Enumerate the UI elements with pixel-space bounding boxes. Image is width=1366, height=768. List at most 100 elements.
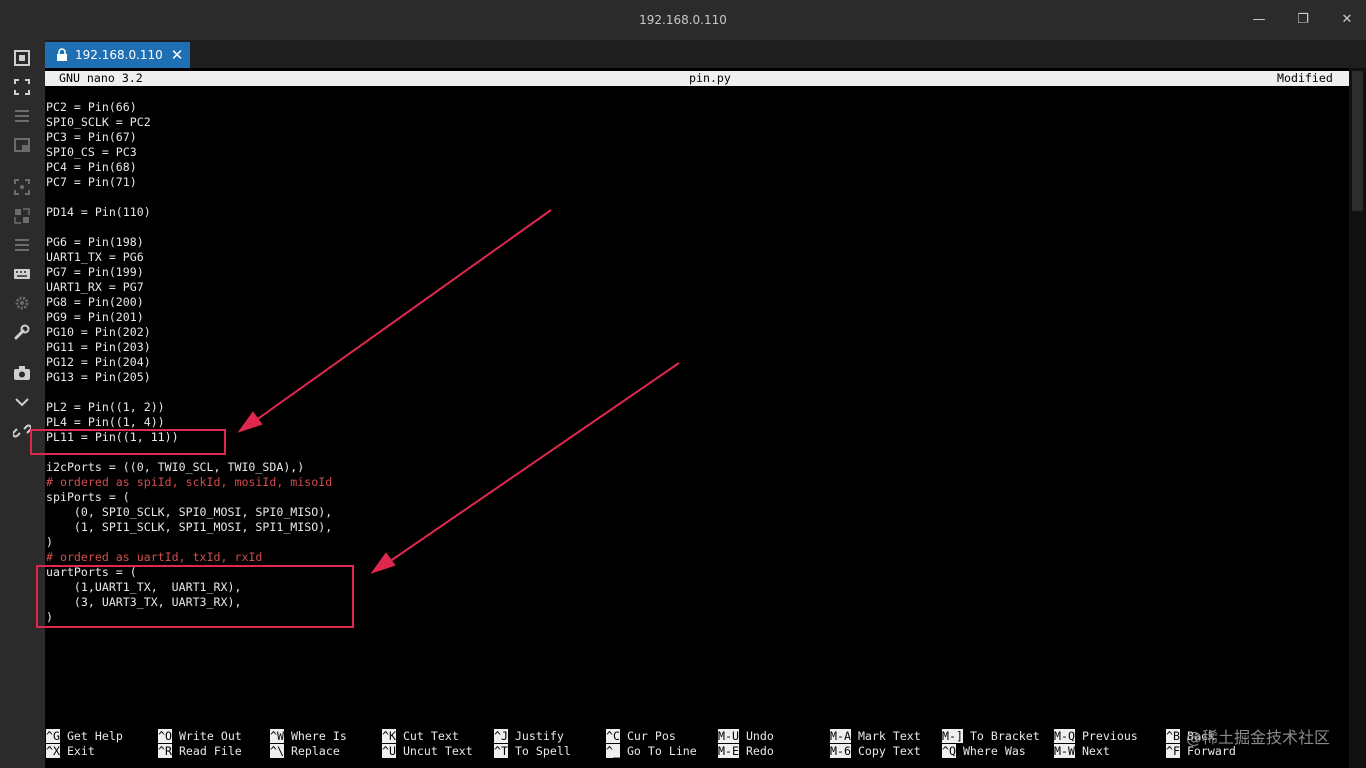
shortcut-label: Uncut Text [402,744,473,758]
shortcut-key: ^X [46,744,60,758]
code-line: SPI0_CS = PC3 [46,145,137,159]
code-line: (0, SPI0_SCLK, SPI0_MOSI, SPI0_MISO), [46,505,333,519]
shortcut-key: ^B [1166,729,1180,743]
shortcut-label: Redo [745,744,774,758]
shortcut-item: ^T To Spell [494,744,571,759]
scrollbar-thumb[interactable] [1352,71,1363,211]
tab-close-icon[interactable]: ✕ [171,46,184,64]
fullscreen-icon[interactable] [12,77,32,97]
code-line: spiPorts = ( [46,490,130,504]
keyboard-icon[interactable] [12,264,32,284]
code-line: PG6 = Pin(198) [46,235,144,249]
shortcut-key: ^G [46,729,60,743]
code-line: PC2 = Pin(66) [46,100,137,114]
code-line: PC7 = Pin(71) [46,175,137,189]
nano-status: Modified [1277,71,1333,85]
code-line: # ordered as spiId, sckId, mosiId, misoI… [46,475,333,489]
tab-bar: 192.168.0.110 ✕ [45,40,1366,68]
shortcut-key: M-U [718,729,739,743]
scrollbar[interactable] [1349,68,1366,768]
shortcut-key: M-] [942,729,963,743]
highlight-box-uartports [36,565,354,628]
shortcut-label: To Bracket [969,729,1040,743]
shortcut-key: ^O [158,729,172,743]
nano-filename: pin.py [689,71,731,85]
highlight-box-pl11 [30,429,226,455]
screenshot-icon[interactable] [12,48,32,68]
code-line: UART1_TX = PG6 [46,250,144,264]
code-line: PG7 = Pin(199) [46,265,144,279]
shortcut-item: M-] To Bracket [942,729,1040,744]
scale-icon[interactable] [12,206,32,226]
session-tab[interactable]: 192.168.0.110 ✕ [45,42,190,68]
shortcut-key: M-6 [830,744,851,758]
code-line: PG13 = Pin(205) [46,370,151,384]
sidebar [0,40,45,768]
code-line: PG11 = Pin(203) [46,340,151,354]
shortcut-label: Write Out [178,729,242,743]
wrench-icon[interactable] [12,322,32,342]
shortcut-label: To Spell [514,744,571,758]
code-line: PL2 = Pin((1, 2)) [46,400,165,414]
shortcut-label: Previous [1081,729,1138,743]
shortcut-item: M-Q Previous [1054,729,1138,744]
shortcut-key: ^\ [270,744,284,758]
shortcut-item: ^R Read File [158,744,242,759]
shortcut-label: Cur Pos [626,729,676,743]
code-line: PC4 = Pin(68) [46,160,137,174]
terminal[interactable]: GNU nano 3.2 pin.py Modified PC2 = Pin(6… [45,68,1366,768]
shortcut-item: ^Q Where Was [942,744,1026,759]
code-line: PG9 = Pin(201) [46,310,144,324]
shortcut-key: ^_ [606,744,620,758]
shortcut-key: M-A [830,729,851,743]
shortcut-item: M-U Undo [718,729,774,744]
shortcut-key: ^W [270,729,284,743]
tab-label: 192.168.0.110 [75,48,163,62]
camera-icon[interactable] [12,363,32,383]
close-button[interactable]: ✕ [1324,0,1366,40]
shortcut-label: Undo [745,729,774,743]
shortcut-bar: ^G Get Help ^X Exit ^O Write Out ^R Read Fi… [46,729,1346,761]
shortcut-key: ^T [494,744,508,758]
shortcut-label: Mark Text [857,729,921,743]
maximize-button[interactable]: ❐ [1280,0,1326,40]
shortcut-key: ^F [1166,744,1180,758]
code-line: i2cPorts = ((0, TWI0_SCL, TWI0_SDA),) [46,460,305,474]
chevron-down-icon[interactable] [12,392,32,412]
list-icon[interactable] [12,235,32,255]
shortcut-item: ^G Get Help [46,729,123,744]
shortcut-item: M-6 Copy Text [830,744,921,759]
code-line: PD14 = Pin(110) [46,205,151,219]
shortcut-label: Replace [290,744,340,758]
menu-icon[interactable] [12,106,32,126]
shortcut-key: ^R [158,744,172,758]
shortcut-label: Read File [178,744,242,758]
shortcut-key: M-E [718,744,739,758]
shortcut-item: ^O Write Out [158,729,242,744]
settings-icon[interactable] [12,293,32,313]
shortcut-item: ^\ Replace [270,744,340,759]
shortcut-item: M-E Redo [718,744,774,759]
nano-version: GNU nano 3.2 [59,71,143,85]
shortcut-item: M-W Next [1054,744,1110,759]
shortcut-item: ^C Cur Pos [606,729,676,744]
shortcut-label: Where Is [290,729,347,743]
focus-icon[interactable] [12,177,32,197]
unlink-icon[interactable] [12,421,32,441]
code-line: ) [46,535,53,549]
window-icon[interactable] [12,135,32,155]
code-line: # ordered as uartId, txId, rxId [46,550,263,564]
shortcut-label: Justify [514,729,564,743]
shortcut-label: Go To Line [626,744,697,758]
shortcut-item: ^_ Go To Line [606,744,697,759]
code-area[interactable]: PC2 = Pin(66) SPI0_SCLK = PC2 PC3 = Pin(67… [46,100,332,625]
watermark: @稀土掘金技术社区 [1186,728,1331,747]
code-line: PG10 = Pin(202) [46,325,151,339]
code-line: UART1_RX = PG7 [46,280,144,294]
minimize-button[interactable]: — [1236,0,1282,40]
shortcut-item: ^U Uncut Text [382,744,473,759]
shortcut-label: Cut Text [402,729,459,743]
